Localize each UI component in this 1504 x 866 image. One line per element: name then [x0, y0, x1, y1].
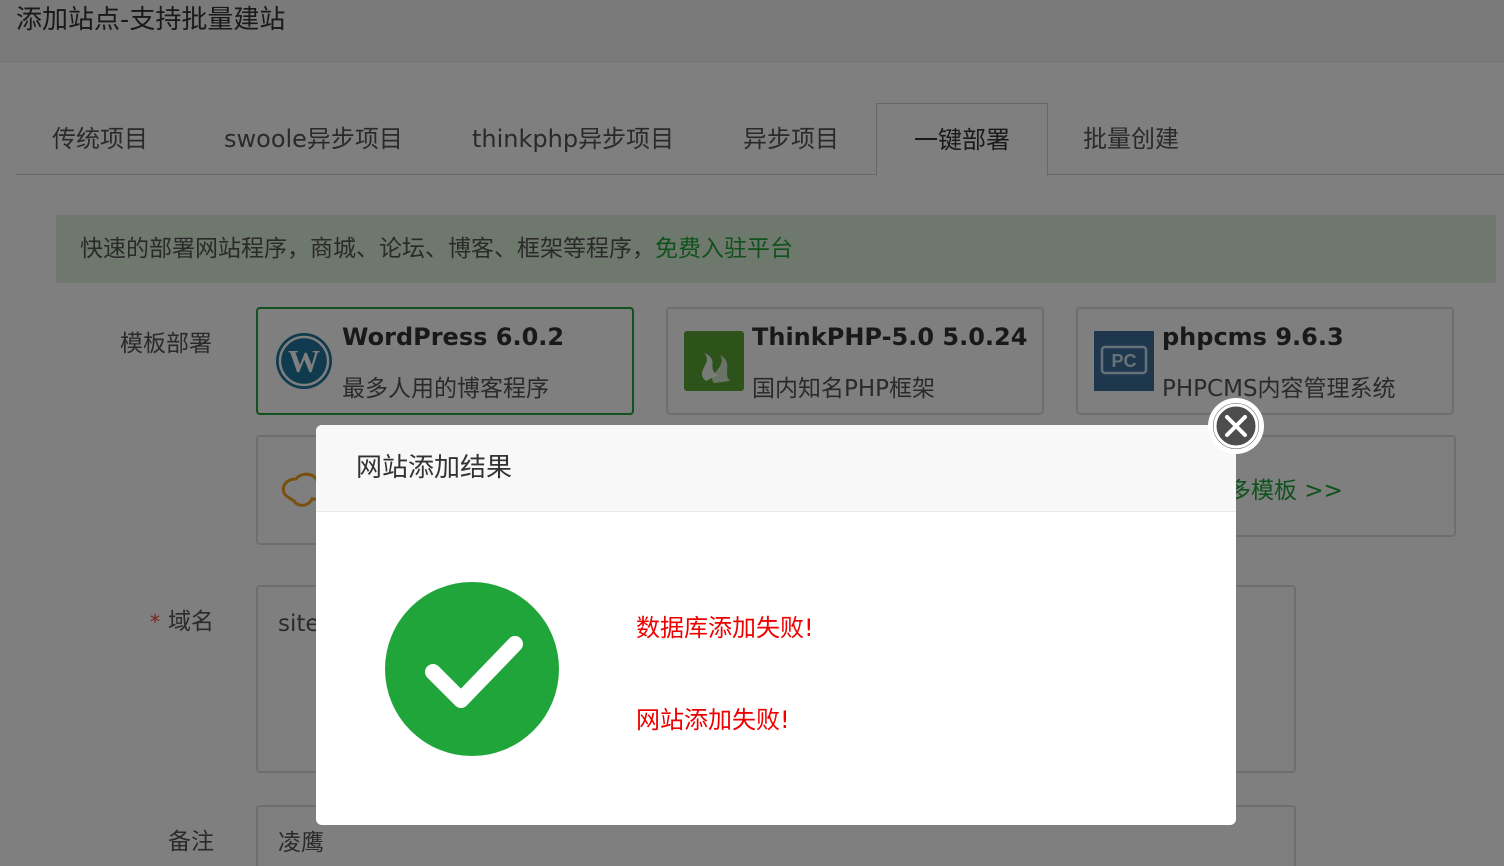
dialog-header: 网站添加结果	[316, 425, 1236, 512]
db-error-message: 数据库添加失败!	[636, 614, 814, 642]
result-dialog: 网站添加结果 数据库添加失败! 网站添加失败!	[316, 425, 1236, 825]
success-check-icon	[385, 582, 559, 756]
close-icon[interactable]	[1206, 396, 1266, 456]
dialog-title: 网站添加结果	[356, 453, 513, 483]
site-error-message: 网站添加失败!	[636, 706, 790, 734]
